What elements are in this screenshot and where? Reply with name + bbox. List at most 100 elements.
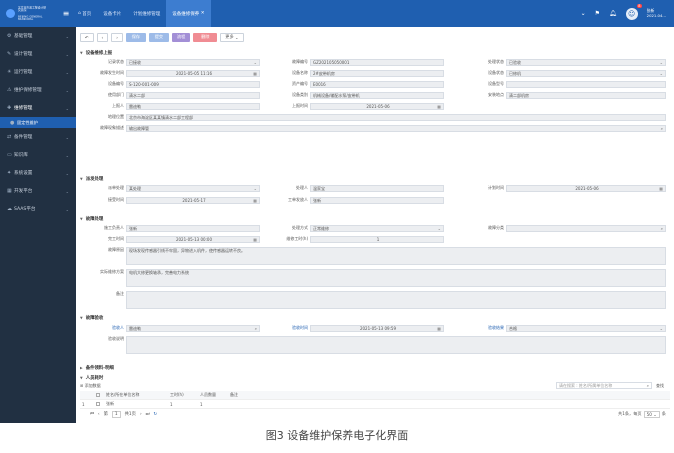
delete-button[interactable]: 删除: [193, 32, 218, 42]
chevron-down-icon: ⌄: [65, 69, 69, 75]
remark-field[interactable]: [126, 290, 666, 309]
field-s3r1-0[interactable]: 2021-05-13 00:00 ▦: [126, 235, 260, 243]
flow-button[interactable]: 流程: [171, 32, 191, 42]
field-s2r1-1[interactable]: 张新: [310, 196, 444, 204]
column-header: 工时(h): [170, 392, 184, 397]
sidebar-item-5[interactable]: ● 固定性维护: [0, 117, 76, 128]
collapse-icon[interactable]: ▼: [80, 177, 83, 181]
accept-person-field[interactable]: 雷迪勒 ⌕: [126, 324, 260, 332]
sidebar-item-7[interactable]: ▭ 知识库 ⌄: [0, 146, 76, 164]
field-s1r3-0[interactable]: 清水二部: [126, 91, 260, 99]
sidebar-item-4[interactable]: ✚ 维修管理 ⌄: [0, 99, 76, 117]
next-icon[interactable]: ›: [111, 32, 123, 42]
fault-field[interactable]: 输出故障管 ⌕: [126, 124, 666, 132]
sidebar-item-8[interactable]: ✦ 系统设置 ⌄: [0, 164, 76, 182]
flag-icon[interactable]: ⚑: [595, 10, 600, 17]
last-page-icon[interactable]: ⏭: [146, 412, 150, 417]
save-button[interactable]: 保存: [125, 32, 146, 42]
first-page-icon[interactable]: ⏮: [90, 412, 94, 417]
chevron-down-icon: ⌄: [65, 206, 69, 212]
field-s2r0-1[interactable]: 温家宝: [310, 184, 444, 192]
prev-page-icon[interactable]: ‹: [98, 412, 100, 417]
field-s1r0-2[interactable]: 已验收 ⌄: [506, 58, 666, 66]
row-checkbox[interactable]: [94, 401, 104, 407]
tab-home[interactable]: ⌂ 首页: [72, 0, 97, 27]
field-value: 2021-05-05 11:16: [175, 70, 213, 76]
field-s1r3-2[interactable]: 清二部机房: [506, 91, 666, 99]
field-s1r0-0[interactable]: 已接收 ⌄: [126, 58, 260, 66]
field-s1r2-2[interactable]: [506, 80, 666, 88]
field-s1r2-0[interactable]: S-120-001-009: [126, 80, 260, 88]
select-all-checkbox[interactable]: [94, 392, 104, 398]
field-label: 工单发放人: [288, 197, 308, 202]
sidebar-item-10[interactable]: ☁ SAAS平台 ⌄: [0, 200, 76, 218]
field-s3r0-2[interactable]: ⌕: [506, 224, 666, 232]
field-s2r1-0[interactable]: 2021-05-17 ▦: [126, 196, 260, 204]
back-icon[interactable]: ↶: [80, 32, 94, 42]
field-label: 设备编号: [108, 81, 124, 86]
chevron-down-icon[interactable]: ⌄: [581, 10, 586, 17]
field-value: 输出故障管: [129, 125, 149, 131]
bell-icon[interactable]: 🔔︎: [609, 10, 617, 17]
logo-text-1: 北京市市政工程设计研究总院: [18, 5, 46, 12]
field-value: 已修机: [509, 70, 521, 76]
dot-icon: ●: [10, 119, 15, 126]
field-s3r0-0[interactable]: 张新: [126, 224, 260, 232]
add-data-button[interactable]: ⊞ 添加数据: [80, 383, 101, 389]
warning-icon: ⚠: [7, 87, 12, 93]
field-s1r1-1[interactable]: 2#皮带机房: [310, 69, 444, 77]
refresh-icon[interactable]: ↻: [154, 412, 158, 417]
collapse-icon[interactable]: ▼: [80, 376, 83, 380]
sidebar-item-3[interactable]: ⚠ 维护保修管理 ⌄: [0, 81, 76, 99]
collapse-icon[interactable]: ▼: [80, 51, 83, 55]
field-s1r1-2[interactable]: 已修机 ⌄: [506, 69, 666, 77]
field-s1r1-0[interactable]: 2021-05-05 11:16 ▦: [126, 69, 260, 77]
search-button[interactable]: 查找: [656, 382, 664, 389]
search-icon[interactable]: ⌕: [647, 383, 649, 388]
menu-toggle-icon[interactable]: ≡: [60, 0, 72, 27]
submit-button[interactable]: 提交: [148, 32, 169, 42]
prev-icon[interactable]: ‹: [96, 32, 109, 42]
sidebar-item-6[interactable]: ⇄ 备件管理 ⌄: [0, 128, 76, 146]
close-tab-icon[interactable]: ✕: [201, 11, 205, 16]
field-s2r0-0[interactable]: 某处理 ⌄: [126, 184, 260, 192]
field-s1r4-1[interactable]: 2021-05-06 ▦: [310, 102, 444, 110]
expand-icon[interactable]: ▶: [80, 366, 83, 370]
next-page-icon[interactable]: ›: [140, 412, 142, 417]
field-label: 上报时间: [292, 103, 308, 108]
per-page-select[interactable]: 50 ⌄: [643, 410, 660, 418]
sidebar-item-2[interactable]: ☀ 运行管理 ⌄: [0, 63, 76, 81]
collapse-icon[interactable]: ▼: [80, 316, 83, 320]
address-field[interactable]: 北京市海淀区某某镇清水二部工程部: [126, 113, 666, 121]
page-input[interactable]: 1: [111, 410, 121, 418]
section-report: ▼ 设备维修上报 记录状态 已接收 ⌄ 故障编号 GZ202105050001 处理状态 已验…: [76, 49, 674, 167]
opinion-field[interactable]: [126, 335, 666, 354]
sidebar-item-1[interactable]: ✎ 设计管理 ⌄: [0, 45, 76, 63]
more-button[interactable]: 更多 ⌄: [220, 32, 244, 42]
table-row[interactable]: 1 张新 1 1: [80, 400, 670, 409]
collapse-icon[interactable]: ▼: [80, 217, 83, 221]
sidebar-item-0[interactable]: ⚙ 基础管理 ⌄: [0, 27, 76, 45]
field-s2r0-2[interactable]: 2021-05-06 ▦: [506, 184, 666, 192]
field-s3r0-1[interactable]: 正常维修 ⌄: [310, 224, 444, 232]
field-s1r4-0[interactable]: 雷迪勒: [126, 102, 260, 110]
chevron-down-icon: ⌄: [65, 152, 69, 158]
tab-plan-maintenance[interactable]: 计划维修管理: [127, 0, 166, 27]
tab-equipment-card[interactable]: 设备卡片: [97, 0, 127, 27]
cause-field[interactable]: 现场发现传感器引线不牢固，异物进入机件，使传感器运转不良。: [126, 246, 666, 265]
field-s3r1-1[interactable]: 1: [310, 235, 444, 243]
field-s1r3-1[interactable]: 机械设备/输配水泵/皮带机: [310, 91, 444, 99]
field-s1r0-1[interactable]: GZ202105050001: [310, 58, 444, 66]
field-value: 现场发现传感器引线不牢固，异物进入机件，使传感器运转不良。: [129, 247, 245, 253]
avatar[interactable]: ☺: [625, 7, 638, 20]
sidebar-item-9[interactable]: ▦ 开发平台 ⌄: [0, 182, 76, 200]
accept-time-field[interactable]: 2021-05-13 09:59 ▦: [310, 324, 444, 332]
accept-result-field[interactable]: 合格 ⌄: [506, 324, 666, 332]
field-value: 已验收: [509, 59, 521, 65]
tab-equipment-repair[interactable]: 设备维修保养 ✕: [166, 0, 211, 27]
field-s1r2-1[interactable]: E0016: [310, 80, 444, 88]
method-field[interactable]: 电机大修更换轴承，完善电力系统: [126, 268, 666, 287]
chevron-down-icon: ⌄: [65, 170, 69, 176]
field-label: 验收结果: [488, 325, 504, 330]
personnel-search-input[interactable]: 请在搜索 : 姓名/所属单位名称 ⌕: [556, 382, 652, 389]
